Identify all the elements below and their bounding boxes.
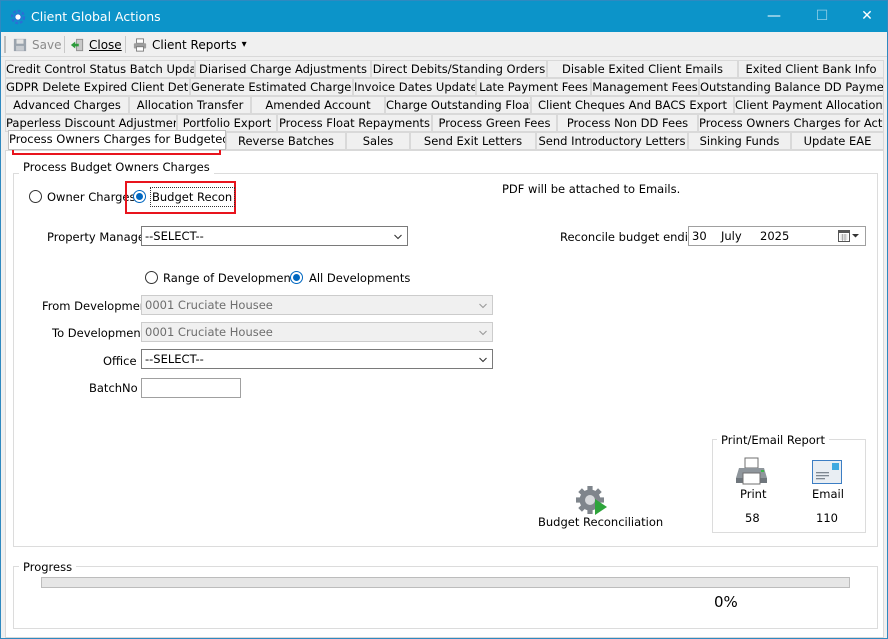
save-label: Save (32, 37, 62, 52)
tab-amended-account[interactable]: Amended Account (251, 96, 385, 114)
budget-reconciliation-button[interactable]: Budget Reconciliation (538, 485, 663, 529)
tab-late-payment-fees[interactable]: Late Payment Fees (476, 78, 591, 96)
batch-no-input[interactable] (141, 378, 241, 398)
reconcile-day[interactable]: 30 (692, 229, 707, 243)
owner-charges-radio[interactable] (29, 190, 42, 203)
printer-icon (736, 457, 767, 485)
tab-update-eae[interactable]: Update EAE (791, 132, 884, 150)
batch-no-label: BatchNo (89, 381, 138, 395)
app-icon (10, 9, 26, 25)
tab-send-introductory-letters[interactable]: Send Introductory Letters (536, 132, 688, 150)
chevron-down-icon (479, 357, 487, 363)
chevron-down-icon (394, 234, 402, 240)
email-label: Email (812, 487, 844, 501)
window-title: Client Global Actions (31, 9, 161, 24)
client-reports-dropdown[interactable]: Client Reports ▾ (132, 35, 247, 54)
progress-bar (41, 577, 850, 588)
dropdown-arrow-icon: ▾ (241, 38, 247, 50)
minimize-button[interactable]: — (751, 1, 797, 32)
save-button[interactable]: Save (12, 35, 61, 54)
budget-reconciliation-label: Budget Reconciliation (538, 515, 664, 529)
tab-charge-outstanding-float[interactable]: Charge Outstanding Float (385, 96, 531, 114)
reconcile-budget-label: Reconcile budget ending (560, 230, 703, 244)
tab-process-non-dd-fees[interactable]: Process Non DD Fees (557, 114, 698, 132)
tab-generate-estimated-charges[interactable]: Generate Estimated Charges (190, 78, 353, 96)
tab-reverse-batches[interactable]: Reverse Batches (226, 132, 346, 150)
tab-diarised-charge-adjustments[interactable]: Diarised Charge Adjustments (195, 60, 371, 78)
property-manager-select[interactable]: --SELECT-- (141, 226, 408, 246)
tab-process-owners-charges-for-actual[interactable]: Process Owners Charges for Actual (698, 114, 884, 132)
email-count: 110 (816, 511, 838, 525)
email-icon (812, 460, 842, 484)
toolbar: Save Close Client Reports ▾ (1, 32, 887, 57)
close-label: Close (89, 37, 122, 52)
print-email-report-title: Print/Email Report (717, 433, 830, 447)
to-development-value: 0001 Cruciate Housee (145, 325, 273, 339)
tab-outstanding-balance-dd-payments[interactable]: Outstanding Balance DD Payments (699, 78, 884, 96)
tab-process-owners-charges-for-budgeted[interactable]: Process Owners Charges for Budgeted (8, 130, 226, 150)
progress-group (13, 566, 878, 629)
property-manager-value: --SELECT-- (145, 229, 204, 243)
from-development-select[interactable]: 0001 Cruciate Housee (141, 295, 493, 315)
close-icon (70, 38, 84, 51)
property-manager-label: Property Manager (47, 230, 150, 244)
progress-title: Progress (19, 560, 77, 574)
title-bar: Client Global Actions — ☐ ✕ (1, 1, 887, 32)
from-development-value: 0001 Cruciate Housee (145, 298, 273, 312)
print-button[interactable]: Print (734, 456, 770, 504)
range-of-developments-radio[interactable] (145, 271, 158, 284)
budget-recon-radio[interactable] (133, 190, 146, 203)
email-button[interactable]: Email (809, 460, 845, 504)
office-value: --SELECT-- (145, 352, 204, 366)
tab-process-green-fees[interactable]: Process Green Fees (432, 114, 557, 132)
all-developments-label[interactable]: All Developments (309, 271, 410, 285)
print-count: 58 (745, 511, 760, 525)
range-of-developments-label[interactable]: Range of Developments (163, 271, 301, 285)
to-development-select[interactable]: 0001 Cruciate Housee (141, 322, 493, 342)
reconcile-month[interactable]: July (721, 229, 742, 243)
close-window-button[interactable]: ✕ (844, 1, 887, 32)
office-select[interactable]: --SELECT-- (141, 349, 493, 369)
tab-process-float-repayments[interactable]: Process Float Repayments (277, 114, 432, 132)
client-global-actions-window: Client Global Actions — ☐ ✕ Save Close C… (0, 0, 888, 639)
tab-sinking-funds[interactable]: Sinking Funds (688, 132, 791, 150)
tab-advanced-charges[interactable]: Advanced Charges (5, 96, 129, 114)
from-development-label: From Development (42, 299, 152, 313)
client-reports-label: Client Reports (152, 37, 237, 52)
printer-icon (133, 37, 147, 52)
office-label: Office (103, 354, 137, 368)
tab-direct-debits-standing-orders[interactable]: Direct Debits/Standing Orders (371, 60, 547, 78)
tab-client-cheques-and-bacs-export[interactable]: Client Cheques And BACS Export (531, 96, 734, 114)
save-icon (13, 38, 27, 51)
print-label: Print (740, 487, 767, 501)
tab-send-exit-letters[interactable]: Send Exit Letters (410, 132, 536, 150)
tab-gdpr-delete-expired-client-details[interactable]: GDPR Delete Expired Client Details (5, 78, 190, 96)
owner-charges-label[interactable]: Owner Charges (47, 190, 135, 204)
pdf-note: PDF will be attached to Emails. (502, 182, 681, 196)
group-title: Process Budget Owners Charges (19, 160, 214, 174)
reconcile-year[interactable]: 2025 (760, 229, 789, 243)
tab-credit-control-status-batch-update[interactable]: Credit Control Status Batch Update (5, 60, 195, 78)
tab-invoice-dates-update[interactable]: Invoice Dates Update (353, 78, 476, 96)
tab-sales[interactable]: Sales (346, 132, 410, 150)
gear-play-icon (576, 486, 607, 515)
calendar-icon[interactable] (838, 230, 861, 242)
progress-percent: 0% (714, 593, 738, 611)
tab-management-fees[interactable]: Management Fees (591, 78, 699, 96)
tab-disable-exited-client-emails[interactable]: Disable Exited Client Emails (547, 60, 738, 78)
close-button[interactable]: Close (69, 35, 122, 54)
all-developments-radio[interactable] (290, 271, 303, 284)
reconcile-date-picker[interactable]: 30 July 2025 (688, 226, 866, 246)
budget-recon-label[interactable]: Budget Recon (150, 187, 236, 207)
maximize-button[interactable]: ☐ (799, 1, 845, 32)
tab-exited-client-bank-info[interactable]: Exited Client Bank Info (738, 60, 884, 78)
chevron-down-icon (479, 330, 487, 336)
chevron-down-icon (479, 303, 487, 309)
to-development-label: To Development (52, 326, 146, 340)
tab-allocation-transfer[interactable]: Allocation Transfer (129, 96, 251, 114)
tab-client-payment-allocations[interactable]: Client Payment Allocations (734, 96, 884, 114)
